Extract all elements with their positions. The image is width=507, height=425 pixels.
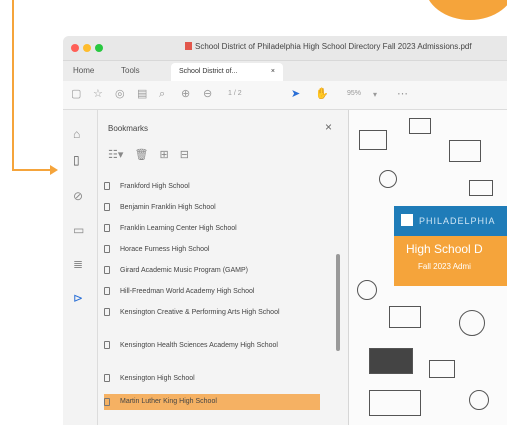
zoom-level[interactable]: 95% <box>347 90 361 97</box>
new-bookmark-icon[interactable]: ⊞ <box>159 149 168 161</box>
page-icon[interactable]: ▭ <box>73 224 84 236</box>
illustration-box <box>409 118 431 134</box>
menu-bar: Home Tools School District of... × <box>63 61 507 81</box>
layers-icon[interactable]: ≣ <box>73 258 83 270</box>
bookmark-page-icon <box>104 203 110 211</box>
title-bar: School District of Philadelphia High Sch… <box>63 36 507 61</box>
share-icon[interactable]: ◎ <box>115 89 125 100</box>
zoom-dropdown-icon[interactable]: ▾ <box>373 89 377 100</box>
bookmark-item[interactable]: Benjamin Franklin High School <box>104 203 320 213</box>
document-page: PHILADELPHIA High School D Fall 2023 Adm… <box>349 110 507 425</box>
document-tab[interactable]: School District of... × <box>171 63 283 81</box>
illustration-box <box>429 360 455 378</box>
illustration-flask <box>469 390 489 410</box>
page-up-icon[interactable]: ⊕ <box>181 89 190 100</box>
hand-tool-icon[interactable]: ✋ <box>315 89 329 100</box>
bookmarks-panel-title: Bookmarks <box>108 124 149 133</box>
document-tab-label: School District of... <box>179 68 238 75</box>
annotation-circle <box>425 0 507 20</box>
maximize-window-button[interactable] <box>95 44 103 52</box>
cover-title-banner: High School D Fall 2023 Admi <box>394 236 507 286</box>
search-icon[interactable]: ⌕ <box>159 89 165 100</box>
bookmark-page-icon <box>104 398 110 406</box>
brand-logo <box>401 214 413 226</box>
bookmark-item[interactable]: Kensington Health Sciences Academy High … <box>104 341 284 351</box>
bookmark-item[interactable]: Girard Academic Music Program (GAMP) <box>104 266 320 276</box>
print-icon[interactable]: ▤ <box>137 89 147 100</box>
menu-tools[interactable]: Tools <box>121 66 140 75</box>
more-options-icon[interactable]: ⋯ <box>397 89 408 100</box>
illustration-box <box>369 390 421 416</box>
bookmark-options-icon[interactable]: ☷▾ <box>108 149 123 161</box>
toolbar: ▢ ☆ ◎ ▤ ⌕ ⊕ ⊖ 1 / 2 ➤ ✋ 95% ▾ ⋯ <box>63 81 507 110</box>
bookmark-item[interactable]: Hill-Freedman World Academy High School <box>104 287 320 297</box>
pdf-viewer-window: School District of Philadelphia High Sch… <box>63 36 507 425</box>
illustration-box <box>469 180 493 196</box>
expand-bookmark-icon[interactable]: ⊟ <box>180 149 189 161</box>
select-cursor-icon[interactable]: ➤ <box>291 89 300 100</box>
bookmarks-tools: ☷▾ 🗑 ⊞ ⊟ <box>108 148 197 161</box>
bookmark-page-icon <box>104 224 110 232</box>
page-down-icon[interactable]: ⊖ <box>203 89 212 100</box>
menu-home[interactable]: Home <box>73 66 94 75</box>
bookmark-item-selected[interactable]: Martin Luther King High School <box>104 394 320 410</box>
bookmarks-close-button[interactable]: × <box>325 120 332 134</box>
brand-banner: PHILADELPHIA <box>394 206 507 236</box>
annotation-arrowhead <box>50 165 58 175</box>
minimize-window-button[interactable] <box>83 44 91 52</box>
window-title: School District of Philadelphia High Sch… <box>185 42 472 51</box>
illustration-flask <box>379 170 397 188</box>
annotation-line <box>12 0 14 170</box>
illustration-flask <box>357 280 377 300</box>
bookmark-item[interactable]: Frankford High School <box>104 182 320 192</box>
annotation-line <box>12 169 52 171</box>
bookmark-page-icon <box>104 245 110 253</box>
bookmarks-scrollbar[interactable] <box>336 254 340 351</box>
pdf-file-icon <box>185 42 192 50</box>
home-icon[interactable]: ⌂ <box>73 128 80 140</box>
delete-bookmark-icon[interactable]: 🗑 <box>134 149 148 161</box>
close-window-button[interactable] <box>71 44 79 52</box>
bookmark-page-icon <box>104 287 110 295</box>
page-indicator[interactable]: 1 / 2 <box>228 90 242 97</box>
bookmark-icon[interactable]: ▯ <box>73 154 80 166</box>
bookmark-page-icon <box>104 374 110 382</box>
brand-name: PHILADELPHIA <box>419 216 496 226</box>
bookmark-page-icon <box>104 182 110 190</box>
document-tab-close-icon[interactable]: × <box>271 63 275 81</box>
tag-icon[interactable]: ⊳ <box>73 292 83 304</box>
attachment-icon[interactable]: ⊘ <box>73 190 83 202</box>
bookmark-page-icon <box>104 341 110 349</box>
cover-subtitle: Fall 2023 Admi <box>418 262 471 271</box>
illustration-box <box>389 306 421 328</box>
illustration-box <box>369 348 413 374</box>
illustration-box <box>359 130 387 150</box>
bookmark-item[interactable]: Kensington High School <box>104 374 320 384</box>
illustration-box <box>449 140 481 162</box>
bookmark-page-icon <box>104 308 110 316</box>
bookmark-item[interactable]: Kensington Creative & Performing Arts Hi… <box>104 308 284 318</box>
illustration-flask <box>459 310 485 336</box>
left-tool-rail: ⌂ ▯ ⊘ ▭ ≣ ⊳ <box>63 110 98 425</box>
bookmark-item[interactable]: Franklin Learning Center High School <box>104 224 320 234</box>
create-icon[interactable]: ▢ <box>71 89 81 100</box>
bookmark-page-icon <box>104 266 110 274</box>
cover-title: High School D <box>406 242 483 256</box>
star-icon[interactable]: ☆ <box>93 89 103 100</box>
bookmark-item[interactable]: Horace Furness High School <box>104 245 320 255</box>
